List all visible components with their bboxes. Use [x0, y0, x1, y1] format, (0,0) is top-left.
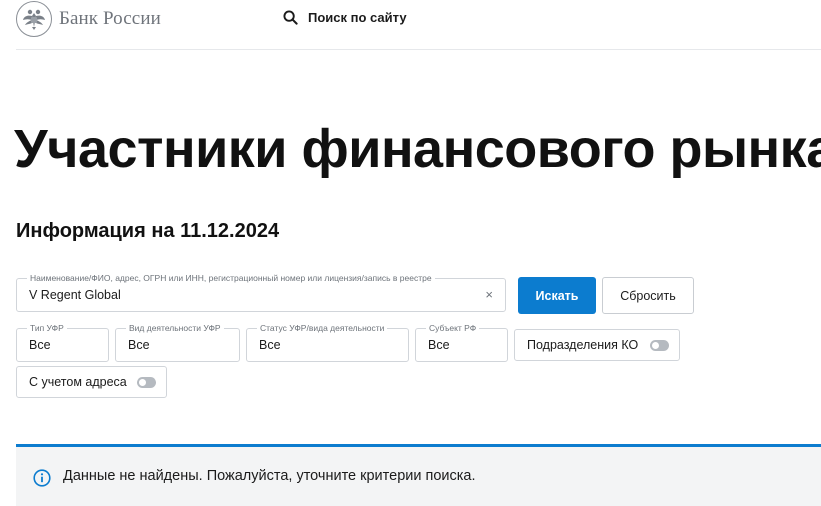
toggle-switch[interactable] — [650, 340, 669, 351]
toggle-with-address[interactable]: С учетом адреса — [16, 366, 167, 398]
info-icon — [33, 469, 51, 487]
filter-region[interactable]: Субъект РФ Все — [415, 323, 508, 362]
notice-text: Данные не найдены. Пожалуйста, уточните … — [63, 468, 476, 484]
filter-ufr-type[interactable]: Тип УФР Все — [16, 323, 109, 362]
filter-label: Субъект РФ — [426, 323, 480, 334]
filter-label: Вид деятельности УФР — [126, 323, 224, 334]
filter-value: Все — [128, 338, 150, 352]
toggle-label: Подразделения КО — [527, 338, 639, 352]
search-query-label: Наименование/ФИО, адрес, ОГРН или ИНН, р… — [27, 273, 435, 284]
toggle-ko-divisions[interactable]: Подразделения КО — [514, 329, 680, 361]
header-divider — [16, 49, 821, 50]
clear-icon[interactable]: × — [485, 288, 493, 302]
filter-value: Все — [29, 338, 51, 352]
site-header: Банк России Поиск по сайту — [0, 0, 821, 50]
filter-activity-type[interactable]: Вид деятельности УФР Все — [115, 323, 240, 362]
filter-status[interactable]: Статус УФР/вида деятельности Все — [246, 323, 409, 362]
site-search-link[interactable]: Поиск по сайту — [283, 10, 407, 25]
info-date-heading: Информация на 11.12.2024 — [16, 220, 280, 242]
reset-button[interactable]: Сбросить — [602, 277, 694, 314]
search-query-value: V Regent Global — [29, 288, 121, 302]
page-title: Участники финансового рынка — [14, 119, 821, 179]
site-search-label: Поиск по сайту — [308, 10, 407, 25]
filter-value: Все — [259, 338, 281, 352]
no-results-notice: Данные не найдены. Пожалуйста, уточните … — [16, 444, 821, 506]
filter-label: Статус УФР/вида деятельности — [257, 323, 388, 334]
toggle-switch[interactable] — [137, 377, 156, 388]
toggle-knob — [652, 342, 659, 349]
toggle-label: С учетом адреса — [29, 375, 127, 389]
search-icon — [283, 10, 298, 25]
filter-value: Все — [428, 338, 450, 352]
filter-label: Тип УФР — [27, 323, 67, 334]
search-button[interactable]: Искать — [518, 277, 596, 314]
bank-logo[interactable]: Банк России — [16, 1, 161, 37]
double-headed-eagle-icon — [16, 1, 52, 37]
toggle-knob — [139, 379, 146, 386]
search-query-field[interactable]: Наименование/ФИО, адрес, ОГРН или ИНН, р… — [16, 273, 506, 312]
logo-text: Банк России — [59, 8, 161, 29]
